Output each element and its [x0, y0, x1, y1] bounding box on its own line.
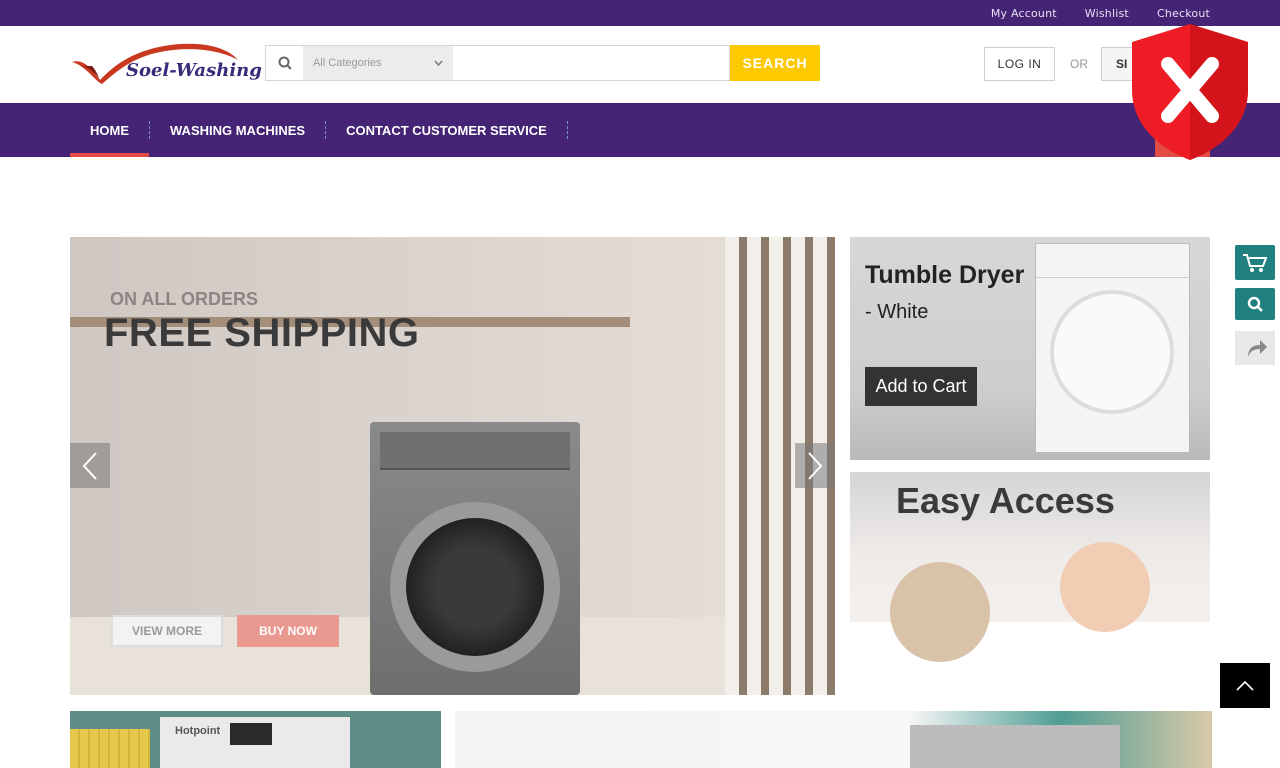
slider-prev-arrow-icon[interactable]: [70, 443, 110, 488]
bottom-banner-right[interactable]: [455, 711, 1212, 768]
washer-door: [390, 502, 560, 672]
logo[interactable]: Soel-Washing: [70, 40, 262, 86]
dryer-door: [1050, 290, 1174, 414]
chevron-up-icon[interactable]: [1220, 663, 1270, 708]
cart-icon[interactable]: [1235, 245, 1275, 280]
bottom-washer-brand: Hotpoint: [175, 725, 221, 737]
search-icon[interactable]: [265, 45, 303, 81]
wishlist-link[interactable]: Wishlist: [1085, 7, 1129, 20]
top-bar: My Account Wishlist Checkout: [0, 0, 1280, 26]
category-select-value: All Categories: [313, 57, 382, 69]
shield-x-icon[interactable]: [1124, 20, 1256, 164]
child-image: [1060, 542, 1150, 632]
washing-machine-image: [370, 422, 580, 695]
bottom-banner-decor: [70, 729, 150, 768]
search-button[interactable]: SEARCH: [730, 45, 820, 81]
dryer-panel: [1036, 244, 1189, 278]
banner2-title: Easy Access: [896, 480, 1115, 521]
my-account-link[interactable]: My Account: [991, 7, 1057, 20]
tumble-dryer-banner[interactable]: Tumble Dryer - White Add to Cart: [850, 237, 1210, 460]
slide-title: FREE SHIPPING: [104, 311, 420, 355]
nav-item-washing-machines[interactable]: WASHING MACHINES: [150, 103, 325, 157]
add-to-cart-button[interactable]: Add to Cart: [865, 367, 977, 406]
teddy-bear-image: [890, 562, 990, 662]
or-label: OR: [1070, 57, 1088, 71]
washer-panel: [380, 432, 570, 470]
login-button[interactable]: LOG IN: [984, 47, 1055, 81]
slide-subtitle: ON ALL ORDERS: [110, 289, 259, 309]
hero-slider: ON ALL ORDERS FREE SHIPPING VIEW MORE BU…: [70, 237, 835, 695]
nav-item-home[interactable]: HOME: [70, 103, 149, 157]
search-input[interactable]: [453, 45, 730, 81]
nav-items: HOME WASHING MACHINES CONTACT CUSTOMER S…: [70, 103, 568, 157]
dryer-image: [1035, 243, 1190, 453]
slider-next-arrow-icon[interactable]: [795, 443, 835, 488]
easy-access-banner[interactable]: Easy Access: [850, 472, 1210, 694]
search-icon[interactable]: [1235, 288, 1275, 320]
bottom-washer-image-2: [910, 725, 1120, 768]
main-nav: HOME WASHING MACHINES CONTACT CUSTOMER S…: [0, 103, 1280, 157]
search-bar: All Categories SEARCH: [265, 45, 820, 81]
buy-now-button[interactable]: BUY NOW: [237, 615, 339, 647]
view-more-button[interactable]: VIEW MORE: [111, 615, 223, 647]
nav-item-contact[interactable]: CONTACT CUSTOMER SERVICE: [326, 103, 567, 157]
nav-divider: [566, 121, 568, 139]
bottom-banner-left[interactable]: Hotpoint: [70, 711, 441, 768]
banner1-subtitle: - White: [865, 301, 929, 323]
chevron-down-icon: [434, 60, 443, 66]
bottom-washer-display: [230, 723, 272, 745]
banner1-title: Tumble Dryer: [865, 261, 1025, 289]
checkout-link[interactable]: Checkout: [1157, 7, 1210, 20]
header: Soel-Washing All Categories SEARCH LOG I…: [0, 26, 1280, 103]
category-select[interactable]: All Categories: [303, 45, 453, 81]
share-icon[interactable]: [1235, 331, 1275, 365]
logo-text: Soel-Washing: [126, 60, 262, 81]
